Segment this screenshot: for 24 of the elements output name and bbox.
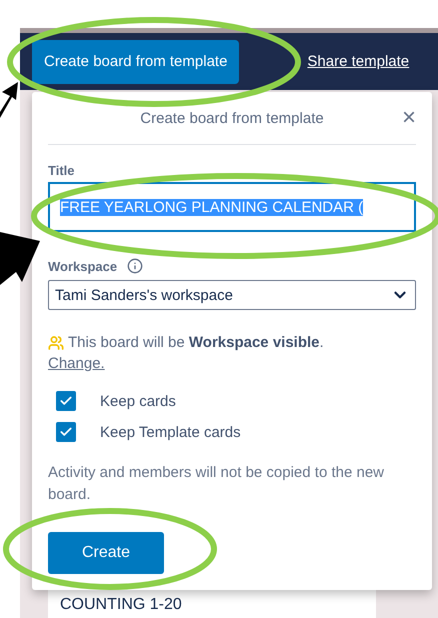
workspace-label: Workspace	[48, 258, 118, 274]
people-icon	[48, 334, 64, 350]
copy-note: Activity and members will not be copied to the new board.	[48, 463, 385, 505]
dialog-title: Create board from template	[140, 110, 324, 126]
check-icon	[59, 425, 73, 439]
card-title: COUNTING 1-20	[60, 596, 182, 613]
checkbox[interactable]	[56, 422, 76, 442]
workspace-select[interactable]: Tami Sanders's workspace	[48, 280, 416, 310]
title-input-field[interactable]: FREE YEARLONG PLANNING CALENDAR (	[48, 182, 416, 232]
title-label: Title	[48, 163, 76, 178]
checkbox-label: Keep cards	[100, 392, 176, 410]
create-board-from-template-button[interactable]: Create board from template	[32, 40, 240, 84]
title-value: FREE YEARLONG PLANNING CALENDAR (	[60, 198, 364, 216]
checkbox-label: Keep Template cards	[100, 424, 241, 440]
share-template-link[interactable]: Share template	[307, 53, 410, 70]
visibility-text: This board will be Workspace visible.	[68, 334, 324, 351]
close-button[interactable]: ×	[402, 106, 416, 130]
pointer-arrow	[0, 232, 40, 285]
pointer-arrow	[0, 82, 18, 118]
check-icon	[59, 394, 73, 408]
create-button[interactable]: Create	[48, 532, 164, 574]
checkbox[interactable]	[56, 391, 76, 411]
change-link[interactable]: Change.	[48, 355, 105, 372]
info-icon[interactable]	[127, 258, 144, 274]
